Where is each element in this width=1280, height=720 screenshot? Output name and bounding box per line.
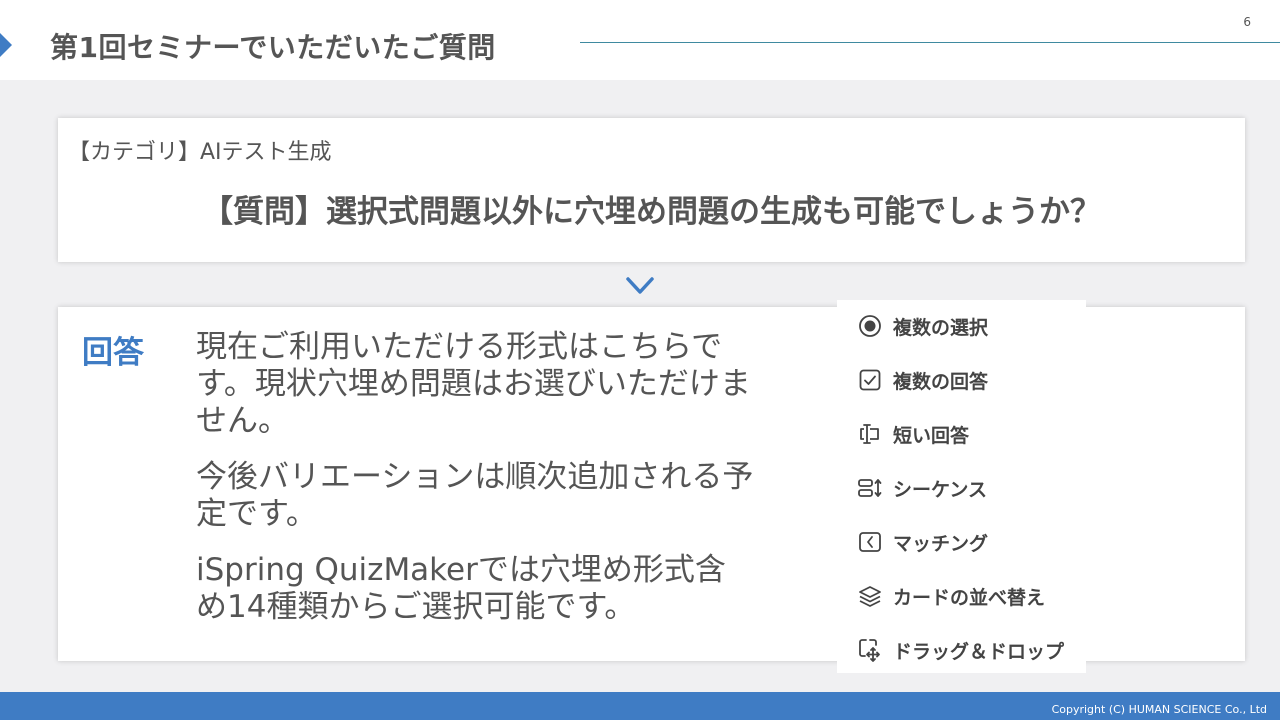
- question-type-label: 短い回答: [893, 424, 970, 447]
- title-divider: [580, 42, 1280, 43]
- title-marker-icon: [0, 33, 12, 57]
- question-category: 【カテゴリ】AIテスト生成: [68, 140, 332, 165]
- question-type-item[interactable]: 短い回答: [857, 419, 969, 449]
- question-type-label: 複数の選択: [893, 316, 989, 339]
- question-type-item[interactable]: カードの並べ替え: [857, 581, 1045, 611]
- question-type-label: マッチング: [893, 532, 989, 555]
- answer-body: 現在ご利用いただける形式はこちらです。現状穴埋め問題はお選びいただけません。 今…: [196, 329, 756, 645]
- matching-icon: [857, 529, 883, 555]
- chevron-down-icon: [626, 277, 654, 294]
- question-type-item[interactable]: マッチング: [857, 527, 988, 557]
- question-type-item[interactable]: ドラッグ＆ドロップ: [857, 635, 1064, 665]
- question-text: 【質問】選択式問題以外に穴埋め問題の生成も可能でしょうか？: [202, 194, 1101, 230]
- slide-header: 第1回セミナーでいただいたご質問 6: [0, 0, 1280, 80]
- question-type-item[interactable]: シーケンス: [857, 473, 987, 503]
- copyright-text: Copyright (C) HUMAN SCIENCE Co., Ltd: [1051, 703, 1267, 716]
- question-type-list: 複数の選択 複数の回答 短い回答 シーケンス マッチング カードの並べ替え ドラ…: [837, 300, 1086, 673]
- question-type-label: カードの並べ替え: [893, 586, 1046, 609]
- page-title: 第1回セミナーでいただいたご質問: [50, 31, 496, 64]
- question-type-item[interactable]: 複数の回答: [857, 365, 988, 395]
- sequence-icon: [857, 475, 883, 501]
- answer-paragraph: 今後バリエーションは順次追加される予定です。: [196, 459, 754, 532]
- page-number: 6: [1243, 15, 1251, 29]
- answer-label: 回答: [82, 335, 144, 371]
- drag-drop-icon: [857, 637, 883, 663]
- question-type-label: シーケンス: [893, 478, 988, 501]
- question-type-label: ドラッグ＆ドロップ: [893, 640, 1065, 663]
- checkbox-icon: [857, 367, 883, 393]
- text-cursor-icon: [857, 421, 883, 447]
- layers-icon: [857, 583, 883, 609]
- answer-paragraph: 現在ご利用いただける形式はこちらです。現状穴埋め問題はお選びいただけません。: [196, 329, 751, 439]
- question-card: 【カテゴリ】AIテスト生成 【質問】選択式問題以外に穴埋め問題の生成も可能でしょ…: [58, 118, 1245, 262]
- radio-button-icon: [857, 313, 883, 339]
- question-type-item[interactable]: 複数の選択: [857, 311, 988, 341]
- question-type-label: 複数の回答: [893, 370, 989, 393]
- answer-paragraph: iSpring QuizMakerでは穴埋め形式含め14種類からご選択可能です。: [196, 552, 726, 625]
- footer-bar: Copyright (C) HUMAN SCIENCE Co., Ltd: [0, 692, 1280, 720]
